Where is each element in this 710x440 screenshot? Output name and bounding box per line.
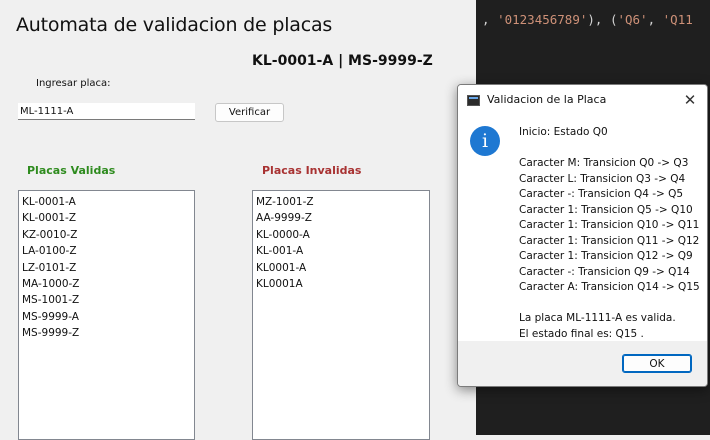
list-item[interactable]: MS-9999-Z <box>22 325 191 341</box>
message-line: El estado final es: Q15 . <box>519 327 644 340</box>
code-token: , <box>647 12 663 27</box>
code-token: '0123456789' <box>497 12 588 27</box>
invalid-plates-list[interactable]: MZ-1001-Z AA-9999-Z KL-0000-A KL-001-A K… <box>252 190 430 440</box>
message-line <box>519 296 700 312</box>
message-line: La placa ML-1111-A es valida. <box>519 312 676 324</box>
plate-input[interactable] <box>18 103 195 120</box>
message-line: Caracter A: Transicion Q14 -> Q15 <box>519 281 700 293</box>
verify-button[interactable]: Verificar <box>215 103 284 122</box>
list-item[interactable]: MA-1000-Z <box>22 276 191 292</box>
message-line <box>519 141 700 157</box>
message-line: Caracter 1: Transicion Q11 -> Q12 <box>519 234 700 247</box>
list-item[interactable]: KL-001-A <box>256 243 426 259</box>
list-item[interactable]: LZ-0101-Z <box>22 260 191 276</box>
list-item[interactable]: KL-0001-Z <box>22 210 191 226</box>
code-token: ), ( <box>587 12 618 27</box>
dialog-title: Validacion de la Placa <box>487 93 607 106</box>
dialog-footer: OK <box>458 341 707 386</box>
code-token: 'Q6' <box>617 12 648 27</box>
list-item[interactable]: LA-0100-Z <box>22 243 191 259</box>
valid-plates-list[interactable]: KL-0001-A KL-0001-Z KZ-0010-Z LA-0100-Z … <box>18 190 195 440</box>
message-line: Caracter 1: Transicion Q12 -> Q9 <box>519 250 693 262</box>
ok-button[interactable]: OK <box>622 354 692 373</box>
close-button[interactable]: ✕ <box>677 88 703 112</box>
info-icon: i <box>470 126 500 156</box>
dialog-titlebar[interactable]: Validacion de la Placa ✕ <box>458 85 707 115</box>
plate-input-label: Ingresar placa: <box>36 78 111 89</box>
plate-range-label: KL-0001-A | MS-9999-Z <box>252 53 433 69</box>
list-item[interactable]: MS-9999-A <box>22 309 191 325</box>
message-line: Caracter 1: Transicion Q5 -> Q10 <box>519 203 693 216</box>
message-line: Caracter 1: Transicion Q10 -> Q11 <box>519 219 700 231</box>
list-item[interactable]: KL0001-A <box>256 260 426 276</box>
list-item[interactable]: AA-9999-Z <box>256 210 426 226</box>
message-line: Inicio: Estado Q0 <box>519 126 608 138</box>
dialog-message: Inicio: Estado Q0 Caracter M: Transicion… <box>519 125 700 342</box>
window-icon <box>467 95 480 106</box>
list-item[interactable]: MZ-1001-Z <box>256 194 426 210</box>
code-token: 'Q11 <box>662 12 693 27</box>
list-item[interactable]: KL-0001-A <box>22 194 191 210</box>
valid-plates-header: Placas Validas <box>27 164 116 177</box>
code-token: , <box>482 12 498 27</box>
dialog-body: i Inicio: Estado Q0 Caracter M: Transici… <box>458 115 707 341</box>
validation-dialog: Validacion de la Placa ✕ i Inicio: Estad… <box>457 84 708 387</box>
app-window: Automata de validacion de placas KL-0001… <box>0 0 476 440</box>
list-item[interactable]: MS-1001-Z <box>22 292 191 308</box>
message-line: Caracter L: Transicion Q3 -> Q4 <box>519 172 686 185</box>
app-title: Automata de validacion de placas <box>16 14 333 36</box>
list-item[interactable]: KL0001A <box>256 276 426 292</box>
list-item[interactable]: KZ-0010-Z <box>22 227 191 243</box>
message-line: Caracter -: Transicion Q4 -> Q5 <box>519 188 684 200</box>
code-line: , '0123456789'), ('Q6', 'Q11 <box>482 12 693 27</box>
invalid-plates-header: Placas Invalidas <box>262 164 362 177</box>
list-item[interactable]: KL-0000-A <box>256 227 426 243</box>
message-line: Caracter -: Transicion Q9 -> Q14 <box>519 265 690 278</box>
message-line: Caracter M: Transicion Q0 -> Q3 <box>519 157 689 169</box>
